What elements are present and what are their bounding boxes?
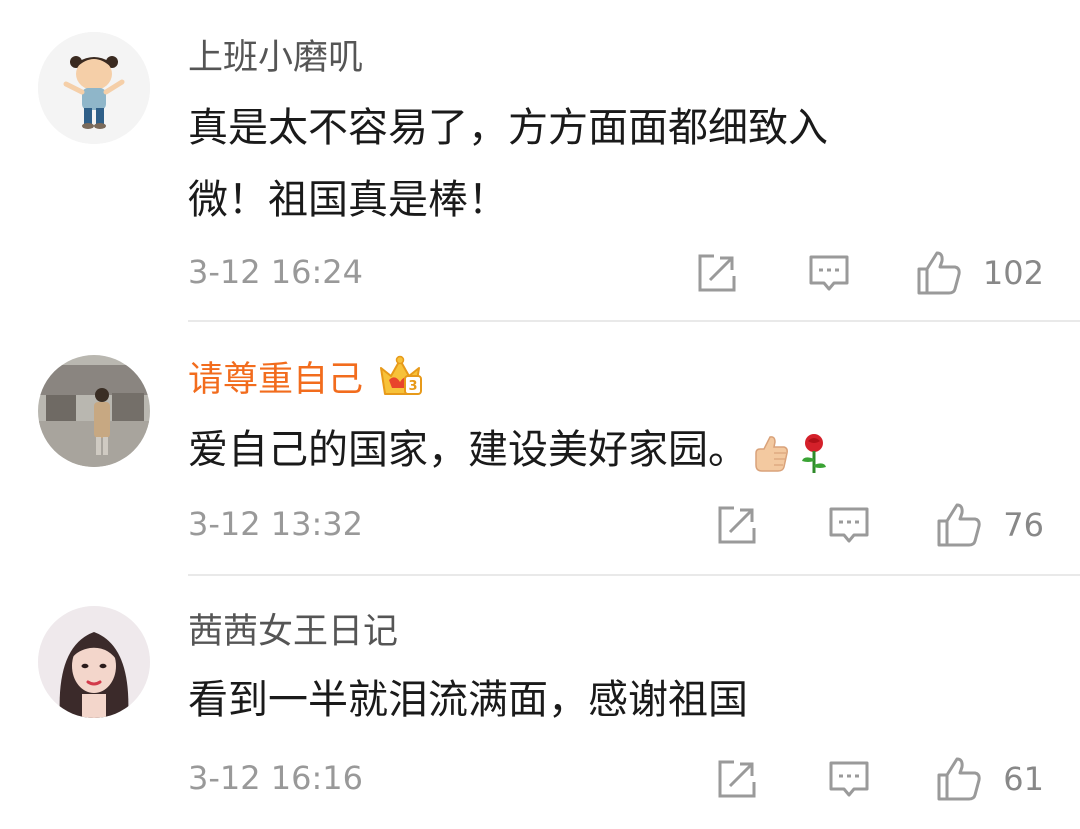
thumbs-up-icon	[937, 503, 981, 547]
share-icon	[718, 506, 756, 544]
comment-text-line: 真是太不容易了，方方面面都细致入	[188, 105, 828, 151]
comment-meta: 3-12 16:24 102	[188, 248, 1044, 298]
svg-text:3: 3	[408, 379, 417, 394]
comment-button[interactable]	[826, 756, 872, 802]
like-button[interactable]: 76	[935, 500, 1044, 550]
comment-icon	[809, 255, 849, 291]
like-count: 102	[982, 254, 1044, 292]
comment-meta: 3-12 13:32 76	[188, 500, 1044, 550]
vip-crown-icon: 3	[375, 352, 425, 402]
share-button[interactable]	[714, 756, 760, 802]
woman-portrait-icon	[38, 606, 150, 718]
comment-item: 请尊重自己 3 爱自己的国家，建设美好家园。 3-12 13:32 76	[0, 322, 1080, 576]
like-count: 76	[1003, 506, 1044, 544]
rose-emoji	[792, 426, 836, 473]
share-icon	[698, 254, 736, 292]
comment-feed: 上班小磨叽 真是太不容易了，方方面面都细致入 微！祖国真是棒！ 3-12 16:…	[0, 0, 1080, 829]
username[interactable]: 上班小磨叽	[188, 35, 363, 81]
like-count: 61	[1003, 760, 1044, 798]
thumbs-up-icon	[917, 251, 961, 295]
share-button[interactable]	[694, 250, 740, 296]
comment-text: 真是太不容易了，方方面面都细致入 微！祖国真是棒！	[188, 92, 988, 236]
thumbs-up-icon	[937, 757, 981, 801]
username[interactable]: 茜茜女王日记	[188, 609, 398, 655]
avatar[interactable]	[38, 32, 150, 144]
thumbs-up-emoji	[748, 426, 792, 472]
comment-icon	[829, 507, 869, 543]
comment-text-line: 爱自己的国家，建设美好家园。	[188, 427, 748, 473]
timestamp: 3-12 13:32	[188, 505, 364, 543]
comment-text-line: 微！祖国真是棒！	[188, 177, 508, 223]
person-photo-icon	[38, 355, 150, 467]
comment-text-line: 看到一半就泪流满面，感谢祖国	[188, 677, 748, 723]
comment-button[interactable]	[826, 502, 872, 548]
timestamp: 3-12 16:16	[188, 759, 364, 797]
comment-icon	[829, 761, 869, 797]
avatar[interactable]	[38, 606, 150, 718]
comment-item: 上班小磨叽 真是太不容易了，方方面面都细致入 微！祖国真是棒！ 3-12 16:…	[0, 0, 1080, 322]
cartoon-girl-icon	[38, 32, 150, 144]
avatar[interactable]	[38, 355, 150, 467]
comment-button[interactable]	[806, 250, 852, 296]
timestamp: 3-12 16:24	[188, 253, 364, 291]
comment-meta: 3-12 16:16 61	[188, 754, 1044, 804]
like-button[interactable]: 61	[935, 754, 1044, 804]
like-button[interactable]: 102	[915, 248, 1044, 298]
share-icon	[718, 760, 756, 798]
username[interactable]: 请尊重自己 3	[188, 355, 425, 403]
username-text: 请尊重自己	[188, 360, 364, 400]
comment-text: 看到一半就泪流满面，感谢祖国	[188, 664, 988, 736]
comment-item: 茜茜女王日记 看到一半就泪流满面，感谢祖国 3-12 16:16 61	[0, 576, 1080, 829]
share-button[interactable]	[714, 502, 760, 548]
comment-text: 爱自己的国家，建设美好家园。	[188, 414, 988, 486]
